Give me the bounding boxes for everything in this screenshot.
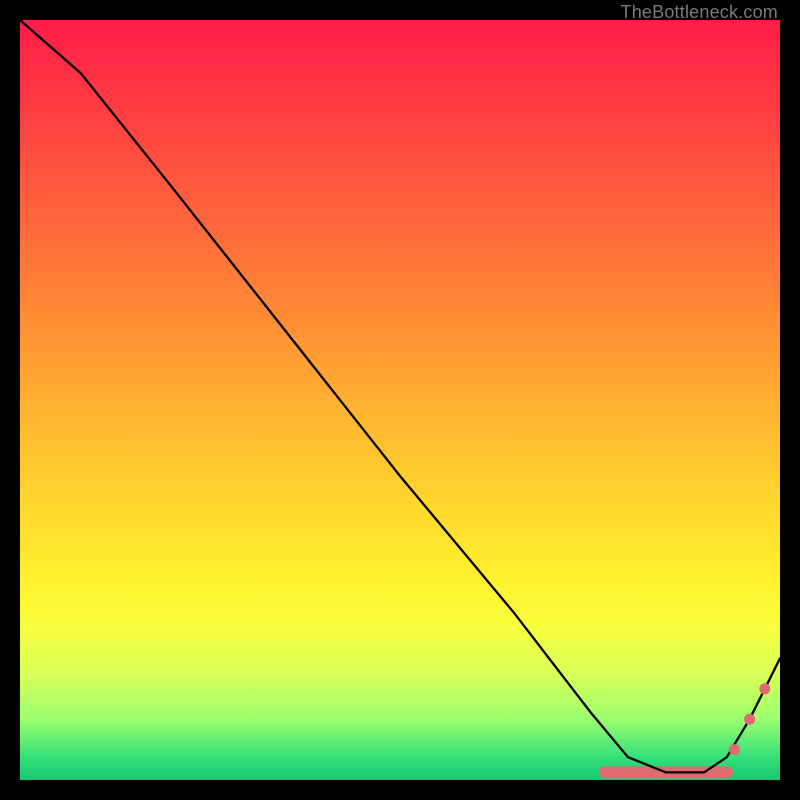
chart-frame: TheBottleneck.com <box>0 0 800 800</box>
plot-area <box>20 20 780 780</box>
valley-end-dot <box>599 766 611 778</box>
bottleneck-curve <box>20 20 780 772</box>
curve-svg <box>20 20 780 780</box>
rise-dot <box>729 744 740 755</box>
curve-group <box>20 20 780 778</box>
rise-dot <box>759 683 770 694</box>
rise-dot <box>744 714 755 725</box>
valley-end-dot <box>721 766 733 778</box>
